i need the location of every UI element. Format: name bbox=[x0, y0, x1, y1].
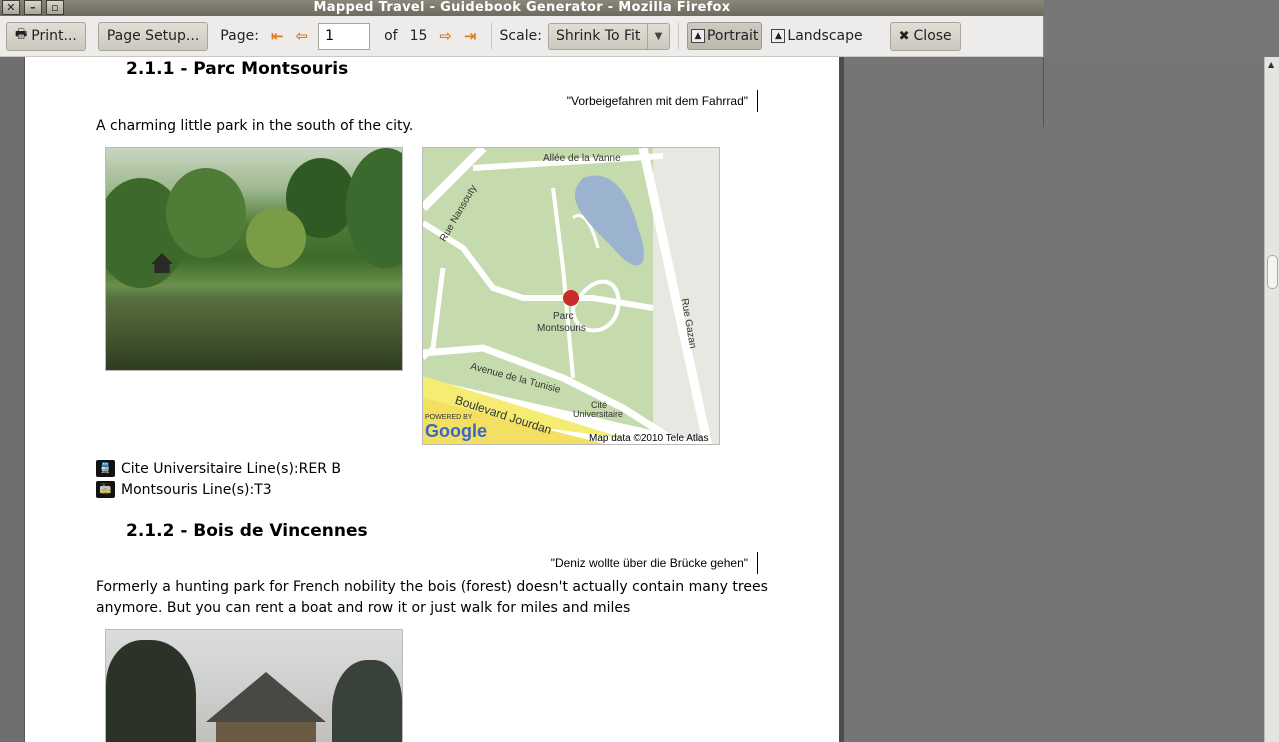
scroll-up-icon[interactable]: ▲ bbox=[1268, 60, 1274, 69]
print-button[interactable]: 🖶 Print... bbox=[6, 21, 86, 51]
description: A charming little park in the south of t… bbox=[96, 118, 414, 134]
window-titlebar: ✕ – ▫ Mapped Travel - Guidebook Generato… bbox=[0, 0, 1044, 16]
previous-page-icon[interactable]: ⇦ bbox=[295, 27, 308, 45]
page-number-input[interactable] bbox=[318, 22, 371, 50]
transit-item: 🚋 Montsouris Line(s):T3 bbox=[96, 481, 272, 498]
transit-text: Cite Universitaire Line(s):RER B bbox=[121, 460, 342, 477]
portrait-icon: ▲ bbox=[690, 29, 705, 43]
map-data-attribution: Map data ©2010 Tele Atlas bbox=[589, 433, 709, 444]
section-heading: 2.1.2 - Bois de Vincennes bbox=[126, 521, 368, 541]
page-setup-label: Page Setup... bbox=[106, 28, 200, 44]
transit-text: Montsouris Line(s):T3 bbox=[121, 481, 272, 498]
window-edge bbox=[1043, 57, 1044, 127]
chevron-down-icon: ▼ bbox=[646, 23, 669, 49]
google-logo: Google bbox=[425, 421, 487, 441]
landscape-button[interactable]: ▲ Landscape bbox=[768, 22, 865, 50]
of-label: of bbox=[384, 28, 398, 44]
landscape-icon: ▲ bbox=[771, 29, 786, 43]
tram-icon: 🚋 bbox=[96, 481, 115, 498]
scale-label: Scale: bbox=[499, 28, 542, 44]
close-button[interactable]: ✖ Close bbox=[889, 21, 961, 51]
portrait-button[interactable]: ▲ Portrait bbox=[686, 22, 763, 50]
total-pages: 15 bbox=[409, 28, 428, 44]
window-minimize-icon[interactable]: – bbox=[24, 0, 42, 15]
park-photo bbox=[105, 147, 403, 371]
quote: "Vorbeigefahren mit dem Fahrrad" bbox=[567, 90, 758, 112]
preview-page: 2.1.1 - Parc Montsouris "Vorbeigefahren … bbox=[25, 57, 839, 742]
page-shadow bbox=[839, 57, 844, 742]
scale-value: Shrink To Fit bbox=[555, 28, 641, 44]
window-title: Mapped Travel - Guidebook Generator - Mo… bbox=[313, 0, 731, 15]
map-place-label: Montsouris bbox=[537, 323, 586, 334]
transit-item: 🚆 Cite Universitaire Line(s):RER B bbox=[96, 460, 341, 477]
first-page-icon[interactable]: ⇤ bbox=[271, 27, 284, 45]
map-road-label: Allée de la Vanne bbox=[543, 153, 621, 164]
toolbar-separator bbox=[677, 23, 679, 49]
section-heading: 2.1.1 - Parc Montsouris bbox=[126, 59, 349, 79]
print-label: Print... bbox=[31, 28, 77, 44]
quote: "Deniz wollte über die Brücke gehen" bbox=[551, 552, 758, 574]
train-icon: 🚆 bbox=[96, 460, 115, 477]
park-photo bbox=[105, 629, 403, 742]
preview-margin bbox=[0, 57, 25, 742]
vertical-scrollbar[interactable]: ▲ bbox=[1264, 57, 1279, 742]
page-label: Page: bbox=[220, 28, 259, 44]
landscape-label: Landscape bbox=[787, 28, 863, 44]
page-setup-button[interactable]: Page Setup... bbox=[97, 21, 209, 51]
toolbar-separator bbox=[490, 23, 492, 49]
window-maximize-icon[interactable]: ▫ bbox=[46, 0, 64, 15]
close-icon: ✖ bbox=[898, 28, 910, 44]
next-page-icon[interactable]: ⇨ bbox=[439, 27, 452, 45]
map-place-label: Parc bbox=[553, 311, 574, 322]
location-map[interactable]: Parc Montsouris Allée de la Vanne Rue Na… bbox=[422, 147, 720, 445]
map-station-label: Universitaire bbox=[573, 409, 624, 419]
window-close-icon[interactable]: ✕ bbox=[2, 0, 20, 15]
printer-icon: 🖶 bbox=[15, 27, 28, 42]
map-powered-label: POWERED BY bbox=[425, 414, 473, 421]
portrait-label: Portrait bbox=[706, 28, 759, 44]
close-label: Close bbox=[913, 28, 952, 44]
preview-area: 2.1.1 - Parc Montsouris "Vorbeigefahren … bbox=[0, 57, 1279, 742]
window-controls: ✕ – ▫ bbox=[2, 0, 64, 15]
scale-select[interactable]: Shrink To Fit ▼ bbox=[547, 22, 670, 50]
scrollbar-thumb[interactable] bbox=[1267, 255, 1278, 289]
description: Formerly a hunting park for French nobil… bbox=[96, 579, 768, 616]
last-page-icon[interactable]: ⇥ bbox=[464, 27, 477, 45]
print-preview-toolbar: 🖶 Print... Page Setup... Page: ⇤ ⇦ of 15… bbox=[0, 16, 1044, 57]
